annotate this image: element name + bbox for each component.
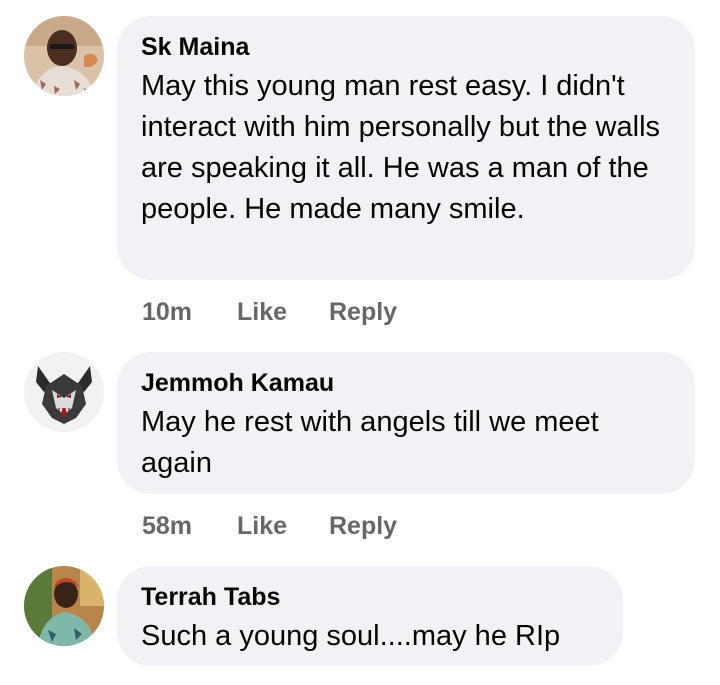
comment-bubble: Jemmoh Kamau May he rest with angels til… (117, 352, 695, 494)
comment-author[interactable]: Jemmoh Kamau (141, 368, 671, 398)
reply-button[interactable]: Reply (329, 298, 397, 327)
like-button[interactable]: Like (237, 298, 329, 327)
user-avatar-photo-icon (24, 566, 104, 646)
wolf-logo-avatar-icon (24, 352, 104, 432)
comment-timestamp[interactable]: 58m (142, 512, 237, 541)
comment-text: Such a young soul....may he RIp (141, 620, 561, 652)
avatar[interactable] (24, 16, 104, 96)
comment-timestamp[interactable]: 10m (142, 298, 237, 327)
avatar[interactable] (24, 352, 104, 432)
like-button[interactable]: Like (237, 512, 329, 541)
comment-actions: 10m Like Reply (142, 298, 397, 327)
user-avatar-photo-icon (24, 16, 104, 96)
comment-text: May this young man rest easy. I didn't i… (141, 70, 661, 225)
comment-bubble: Sk Maina May this young man rest easy. I… (117, 16, 695, 280)
comment-author[interactable]: Terrah Tabs (141, 582, 599, 612)
comment-text: May he rest with angels till we meet aga… (141, 406, 599, 479)
avatar[interactable] (24, 566, 104, 646)
comment-author[interactable]: Sk Maina (141, 32, 671, 62)
comment-bubble: Terrah Tabs Such a young soul....may he … (117, 566, 623, 666)
reply-button[interactable]: Reply (329, 512, 397, 541)
comment-actions: 58m Like Reply (142, 512, 397, 541)
